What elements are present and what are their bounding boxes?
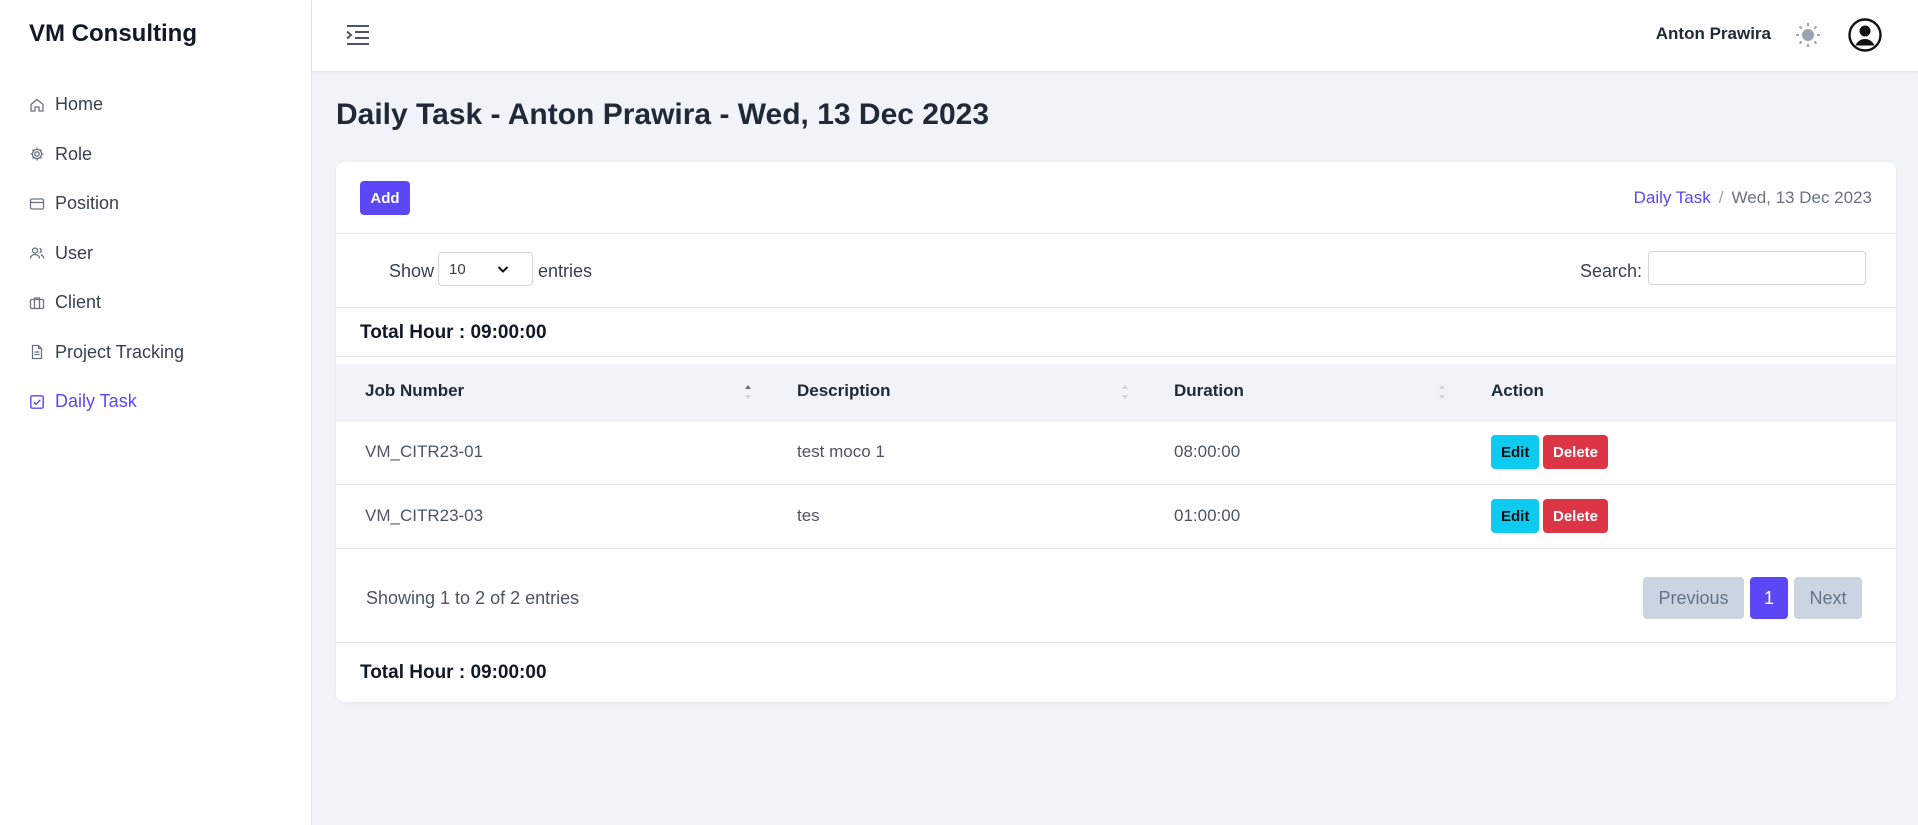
page-title: Daily Task - Anton Prawira - Wed, 13 Dec… [336,98,990,131]
sidebar-item-client[interactable]: Client [29,278,184,328]
table-header: Job Number Description Duration Action [336,364,1896,421]
cell-description: tes [797,506,820,525]
breadcrumb-separator: / [1718,188,1724,207]
breadcrumb-current: Wed, 13 Dec 2023 [1731,188,1873,207]
breadcrumb: Daily Task / Wed, 13 Dec 2023 [1634,188,1872,208]
cell-job-number: VM_CITR23-03 [365,506,484,525]
cell-duration: 01:00:00 [1174,506,1241,525]
user-avatar-icon[interactable] [1847,17,1883,53]
sidebar-nav: Home Role Position User Client Project T… [29,80,184,427]
daily-task-table: Job Number Description Duration Action V… [336,364,1896,549]
table-info: Showing 1 to 2 of 2 entries [366,588,580,608]
table-controls: Show 10 entries Search: [336,234,1896,308]
menu-toggle-icon[interactable] [344,22,372,48]
gear-icon [29,146,45,162]
sort-icon[interactable] [1437,381,1447,403]
sidebar-item-label: Home [55,94,104,115]
breadcrumb-link-daily-task[interactable]: Daily Task [1634,188,1711,207]
column-header-action: Action [1491,381,1544,400]
card-icon [29,196,45,212]
brand-logo-text[interactable]: VM Consulting [29,20,197,48]
previous-page-button[interactable]: Previous [1643,577,1744,619]
checkbox-icon [29,394,45,410]
entries-length-value: 10 [449,261,466,278]
total-hour-text: Total Hour : 09:00:00 [360,662,547,683]
sort-ascending-icon[interactable] [743,381,753,403]
table-row: VM_CITR23-01 test moco 1 08:00:00 Edit D… [336,421,1896,485]
daily-task-card: Add Daily Task / Wed, 13 Dec 2023 Show 10 … [336,162,1896,702]
sidebar-item-project-tracking[interactable]: Project Tracking [29,328,184,378]
header-user-name[interactable]: Anton Prawira [1656,24,1771,44]
table-row: VM_CITR23-03 tes 01:00:00 Edit Delete [336,485,1896,549]
column-header-description[interactable]: Description [797,381,891,401]
total-hour-top: Total Hour : 09:00:00 [336,308,1896,357]
sidebar-item-label: Daily Task [55,391,137,412]
show-label: Show [389,261,435,281]
sun-icon[interactable] [1793,20,1823,50]
total-hour-text: Total Hour : 09:00:00 [360,322,547,343]
edit-button[interactable]: Edit [1491,435,1540,469]
sidebar-item-label: Project Tracking [55,341,185,362]
search-input[interactable] [1648,251,1866,285]
column-header-job-number[interactable]: Job Number [365,381,464,401]
entries-label: entries [538,261,593,281]
entries-length-select[interactable]: 10 [438,252,533,286]
column-header-duration[interactable]: Duration [1174,381,1244,401]
next-page-button[interactable]: Next [1794,577,1862,619]
card-header: Add Daily Task / Wed, 13 Dec 2023 [336,162,1896,234]
sidebar-item-user[interactable]: User [29,229,184,279]
sidebar-item-role[interactable]: Role [29,130,184,180]
page-1-button[interactable]: 1 [1750,577,1788,619]
add-button[interactable]: Add [360,181,410,215]
briefcase-icon [29,295,45,311]
cell-description: test moco 1 [797,442,885,461]
sidebar-item-position[interactable]: Position [29,179,184,229]
edit-button[interactable]: Edit [1491,499,1540,533]
sidebar-item-label: Client [55,292,102,313]
users-icon [29,245,45,261]
sidebar: VM Consulting Home Role Position User Cl… [0,0,312,825]
document-icon [29,344,45,360]
sidebar-item-label: Role [55,143,93,164]
sidebar-item-label: User [55,242,94,263]
sidebar-item-label: Position [55,193,120,214]
delete-button[interactable]: Delete [1543,499,1609,533]
pagination: Previous 1 Next [1643,577,1862,619]
cell-job-number: VM_CITR23-01 [365,442,484,461]
cell-duration: 08:00:00 [1174,442,1241,461]
top-bar: Anton Prawira [312,0,1918,71]
chevron-down-icon [496,262,510,276]
sort-icon[interactable] [1120,381,1130,403]
total-hour-bottom: Total Hour : 09:00:00 [336,642,1896,702]
search-label: Search: [1579,261,1642,281]
delete-button[interactable]: Delete [1543,435,1609,469]
sidebar-item-daily-task[interactable]: Daily Task [29,377,184,427]
home-icon [29,97,45,113]
sidebar-item-home[interactable]: Home [29,80,184,130]
